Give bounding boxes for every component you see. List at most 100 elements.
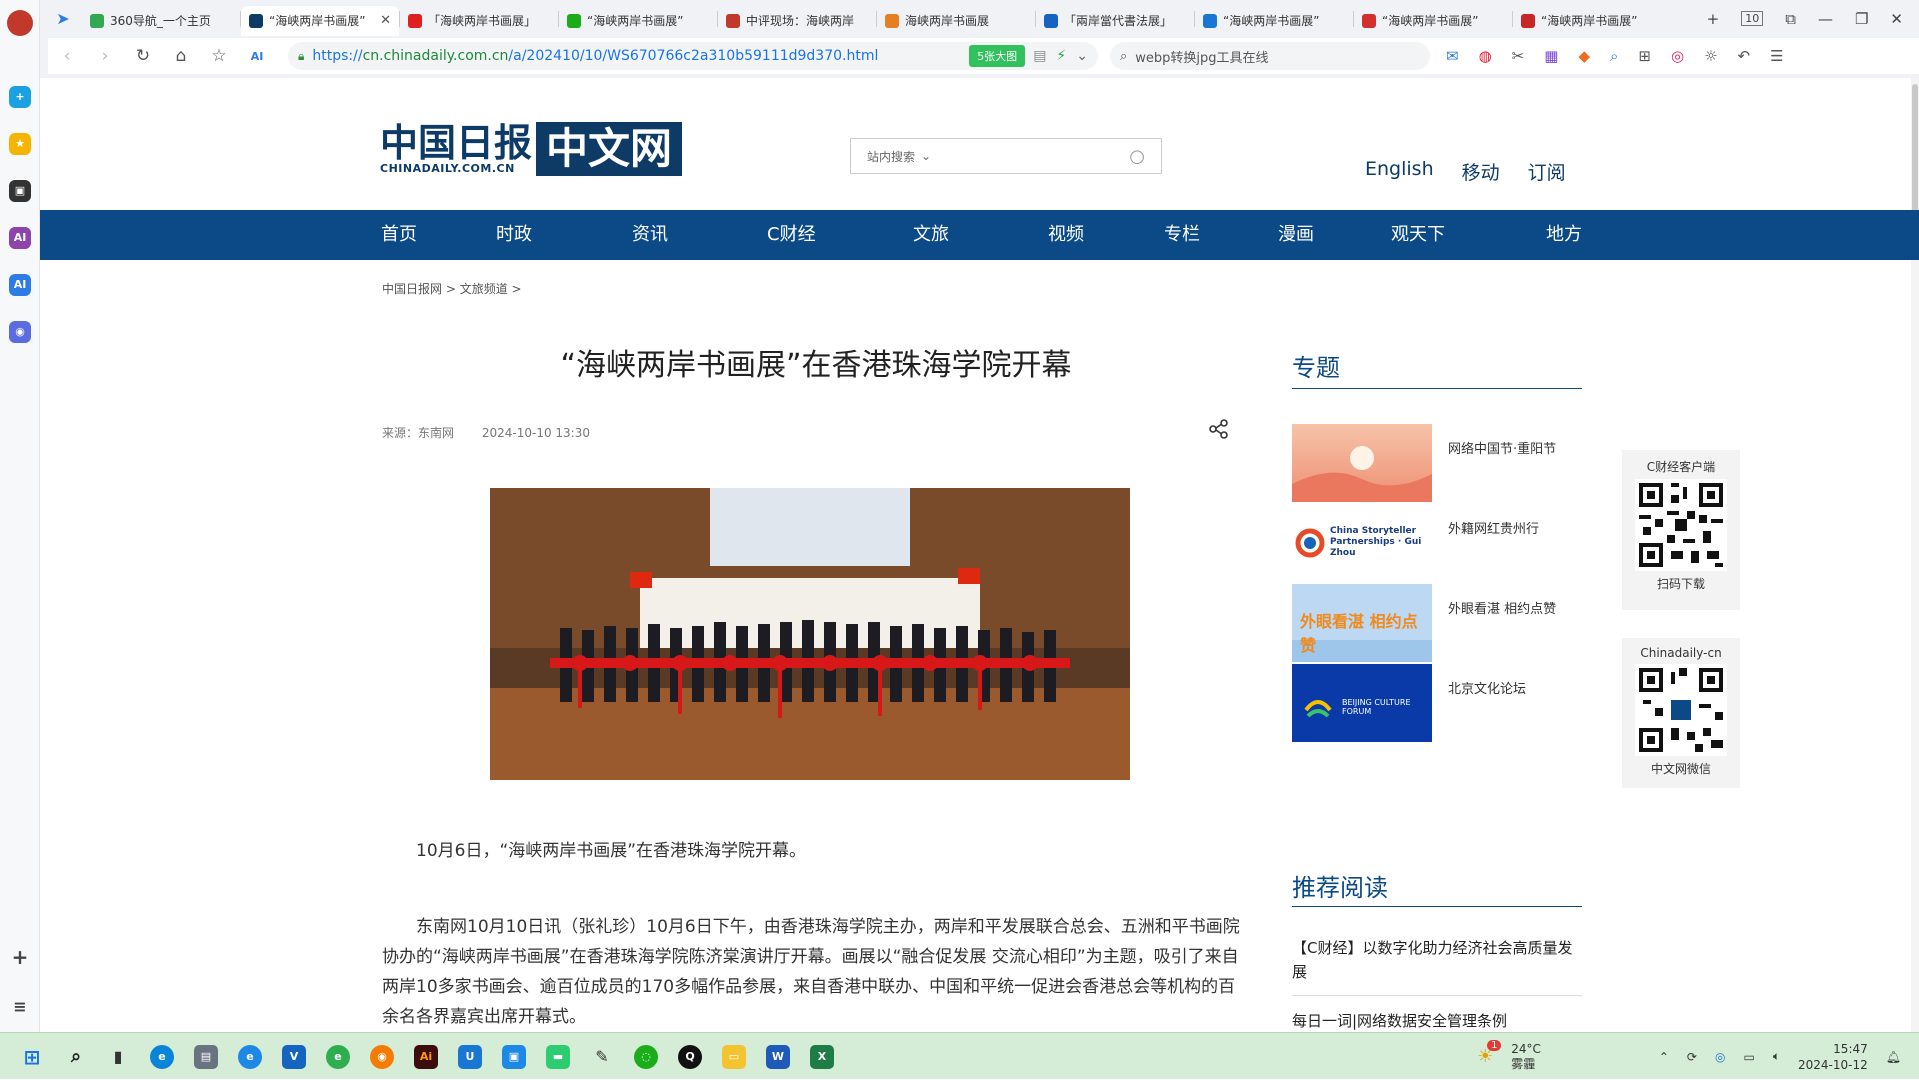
sync-icon[interactable]: ⟳ (1687, 1050, 1697, 1064)
word-icon[interactable]: W (766, 1045, 790, 1069)
360-browser-icon[interactable]: e (326, 1045, 350, 1069)
ie-browser-icon[interactable]: e (238, 1045, 262, 1069)
browser-tab[interactable]: “海峡两岸书画展” (559, 6, 717, 36)
file-explorer-icon[interactable]: ▭ (722, 1045, 746, 1069)
recommend-link[interactable]: 每日一词|网络数据安全管理条例 (1292, 1010, 1582, 1031)
forward-icon[interactable]: › (86, 46, 124, 66)
big-picture-badge[interactable]: 5张大图 (969, 45, 1026, 67)
share-icon[interactable] (1208, 418, 1230, 445)
tab-count-badge[interactable]: 10 (1741, 11, 1764, 26)
rail-ai-assistant-icon[interactable]: AI (9, 274, 31, 296)
favorites-star-icon[interactable]: ★ (9, 133, 31, 155)
chevron-down-icon[interactable]: ⌄ (1076, 48, 1088, 64)
task-view-icon[interactable]: ▮ (106, 1045, 130, 1069)
topic-thumbnail[interactable] (1292, 424, 1432, 502)
nav-item-column[interactable]: 专栏 (1164, 210, 1200, 260)
rail-bot-icon[interactable]: ◉ (9, 321, 31, 343)
windows-start-icon[interactable]: ⊞ (20, 1045, 44, 1069)
game-controller-icon[interactable]: ◆ (1578, 47, 1590, 65)
site-logo[interactable]: 中国日报 CHINADAILY.COM.CN 中文网 (380, 122, 683, 176)
topic-item[interactable]: China Storyteller Partnerships · Gui Zho… (1292, 504, 1582, 584)
browser-search-box[interactable]: ⌕ webp转换jpg工具在线 (1110, 42, 1430, 70)
back-icon[interactable]: ‹ (48, 46, 86, 66)
speed-mode-icon[interactable]: ⚡ (1056, 48, 1066, 64)
topic-label[interactable]: 北京文化论坛 (1448, 678, 1526, 697)
security-lock-icon[interactable]: 🔒︎ (298, 49, 304, 64)
mail-icon[interactable]: ✉ (1446, 47, 1459, 65)
network-icon[interactable]: ◎ (1715, 1050, 1725, 1064)
rail-app-icon[interactable]: + (9, 86, 31, 108)
browser-tab[interactable]: 海峡两岸书画展 (877, 6, 1035, 36)
site-search-input[interactable]: 站内搜索 ⌄ ○ (850, 138, 1162, 174)
undo-icon[interactable]: ↶ (1738, 47, 1751, 65)
window-app-icon[interactable]: ▣ (502, 1045, 526, 1069)
nav-item-finance[interactable]: C财经 (767, 210, 816, 260)
chat-app-icon[interactable]: ▬ (546, 1045, 570, 1069)
brightness-icon[interactable]: ☼ (1704, 47, 1717, 65)
nav-item-comics[interactable]: 漫画 (1278, 210, 1314, 260)
browser-tab[interactable]: “海峡两岸书画展” (1354, 6, 1512, 36)
topic-label[interactable]: 外籍网红贵州行 (1448, 518, 1539, 537)
restore-icon[interactable]: ❐ (1855, 10, 1868, 28)
menu-icon[interactable]: ☰ (1770, 47, 1783, 65)
url-text[interactable]: https://cn.chinadaily.com.cn/a/202410/10… (312, 48, 969, 64)
nav-item-video[interactable]: 视频 (1048, 210, 1084, 260)
scroll-thumb[interactable] (1912, 84, 1918, 214)
qq-icon[interactable]: Q (678, 1045, 702, 1069)
nav-item-home[interactable]: 首页 (381, 210, 417, 260)
topic-thumbnail[interactable]: 外眼看湛 相约点赞 (1292, 584, 1432, 662)
bookmark-star-icon[interactable]: ☆ (200, 46, 238, 66)
ai-assist-icon[interactable]: AI (238, 50, 276, 63)
nav-item-local[interactable]: 地方 (1546, 210, 1582, 260)
search-icon[interactable]: ⌕ (64, 1045, 88, 1069)
topic-thumbnail[interactable]: China Storyteller Partnerships · Gui Zho… (1292, 504, 1432, 582)
pin-icon[interactable]: ⧉ (1785, 10, 1796, 28)
english-link[interactable]: English (1365, 158, 1434, 185)
browser-tab[interactable]: “海峡两岸书画展” (1195, 6, 1353, 36)
reader-icon[interactable]: ▤ (1033, 48, 1046, 64)
browser-tab[interactable]: 「兩岸當代書法展」 (1036, 6, 1194, 36)
subscribe-link[interactable]: 订阅 (1528, 158, 1566, 185)
nav-item-politics[interactable]: 时政 (496, 210, 532, 260)
vpn-app-icon[interactable]: V (282, 1045, 306, 1069)
notification-bell-icon[interactable]: 🔔︎ (1886, 1050, 1901, 1064)
tab-close-icon[interactable]: ✕ (380, 13, 391, 28)
topic-item[interactable]: BEIJING CULTURE FORUM 北京文化论坛 (1292, 664, 1582, 744)
security-app-icon[interactable]: U (458, 1045, 482, 1069)
volume-icon[interactable]: 🔈︎ (1773, 1049, 1780, 1064)
translate-icon[interactable]: ▦ (1544, 47, 1558, 65)
rail-ai-icon[interactable]: AI (9, 227, 31, 249)
topic-label[interactable]: 外眼看湛 相约点赞 (1448, 598, 1556, 617)
topic-item[interactable]: 网络中国节·重阳节 (1292, 424, 1582, 504)
topic-thumbnail[interactable]: BEIJING CULTURE FORUM (1292, 664, 1432, 742)
rail-game-icon[interactable]: ▣ (9, 180, 31, 202)
illustrator-icon[interactable]: Ai (414, 1045, 438, 1069)
new-tab-icon[interactable]: + (1707, 10, 1720, 28)
nav-item-culture-travel[interactable]: 文旅 (913, 210, 949, 260)
browser-tab[interactable]: 360导航_一个主页 (82, 6, 240, 36)
topic-item[interactable]: 外眼看湛 相约点赞 外眼看湛 相约点赞 (1292, 584, 1582, 664)
minimize-icon[interactable]: — (1818, 10, 1833, 28)
reload-icon[interactable]: ↻ (124, 46, 162, 66)
clock[interactable]: 15:47 2024-10-12 (1798, 1041, 1868, 1073)
weather-icon[interactable]: ☀ 1 (1477, 1040, 1502, 1067)
navigation-compass-icon[interactable]: ➤ (48, 4, 78, 34)
weibo-icon[interactable]: ◍ (1479, 47, 1492, 65)
browser-tab[interactable]: “海峡两岸书画展” (1513, 6, 1671, 36)
file-app-icon[interactable]: ▤ (194, 1045, 218, 1069)
breadcrumb-link-channel[interactable]: 文旅频道 (460, 282, 508, 296)
breadcrumb-link-home[interactable]: 中国日报网 (382, 282, 442, 296)
nav-item-news[interactable]: 资讯 (632, 210, 668, 260)
apps-grid-icon[interactable]: ⊞ (1638, 47, 1651, 65)
chevron-up-icon[interactable]: ⌃ (1659, 1050, 1669, 1064)
media-app-icon[interactable]: ◉ (370, 1045, 394, 1069)
color-wheel-icon[interactable]: ◎ (1671, 47, 1684, 65)
nav-item-world[interactable]: 观天下 (1391, 210, 1445, 260)
list-menu-icon[interactable]: ≡ (9, 996, 31, 1018)
search-icon[interactable]: ○ (1129, 146, 1145, 167)
recommend-link[interactable]: 【C财经】以数字化助力经济社会高质量发展 (1292, 936, 1582, 984)
topic-label[interactable]: 网络中国节·重阳节 (1448, 438, 1556, 457)
scissors-icon[interactable]: ✂ (1512, 47, 1525, 65)
mobile-link[interactable]: 移动 (1462, 158, 1500, 185)
excel-icon[interactable]: X (810, 1045, 834, 1069)
